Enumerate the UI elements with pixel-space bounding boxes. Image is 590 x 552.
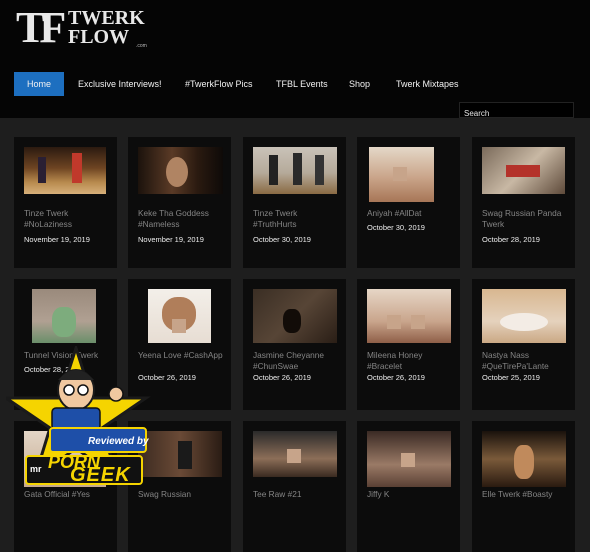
nav-twerk-mixtapes[interactable]: Twerk Mixtapes [396,72,459,96]
post-thumbnail[interactable] [24,147,106,194]
post-thumbnail[interactable] [367,431,451,487]
badge-reviewed-by: Reviewed by [88,436,149,447]
post-thumbnail[interactable] [482,147,565,194]
figure-shape [500,313,548,331]
post-title[interactable]: Tee Raw #21 [253,489,343,500]
post-card[interactable]: Keke Tha Goddess #Nameless November 19, … [128,137,231,268]
badge-brand-bottom: GEEK [70,464,131,486]
post-title[interactable]: Elle Twerk #Boasty [482,489,572,500]
dancer-figure [72,153,82,183]
search-input[interactable] [460,106,573,121]
post-thumbnail[interactable] [148,289,211,343]
nav-exclusive-interviews[interactable]: Exclusive Interviews! [78,72,162,96]
post-title[interactable]: Jiffy K [367,489,457,500]
post-title[interactable]: Jasmine Cheyanne #ChunSwae [253,350,343,372]
post-date: November 19, 2019 [24,235,90,244]
post-card[interactable]: Elle Twerk #Boasty [472,421,575,552]
post-title[interactable]: Aniyah #AllDat [367,208,457,219]
censor-block [172,319,186,333]
post-thumbnail[interactable] [367,289,451,343]
post-card[interactable]: Tinze Twerk #NoLaziness November 19, 201… [14,137,117,268]
post-thumbnail[interactable] [253,289,337,343]
figure-shape [506,165,540,177]
post-thumbnail[interactable] [253,147,337,194]
nav-tfbl-events[interactable]: TFBL Events [276,72,328,96]
post-date: October 26, 2019 [367,373,425,382]
post-date: October 26, 2019 [253,373,311,382]
site-logo[interactable]: TF TWERK FLOW .com [16,3,147,54]
post-date: October 28, 2019 [482,235,540,244]
post-card[interactable]: Aniyah #AllDat October 30, 2019 [357,137,460,268]
post-thumbnail[interactable] [482,289,566,343]
nav-home[interactable]: Home [14,72,65,96]
logo-word-flow: FLOW [68,26,130,48]
post-date: November 19, 2019 [138,235,204,244]
post-date: October 30, 2019 [367,223,425,232]
post-card[interactable]: Tinze Twerk #TruthHurts October 30, 2019 [243,137,346,268]
post-title[interactable]: Swag Russian Panda Twerk [482,208,572,230]
dancer-figure [269,155,278,185]
figure-shape [52,307,76,337]
censor-block [411,315,425,329]
glasses-icon [77,384,89,396]
censor-block [401,453,415,467]
logo-mark: TF [16,3,66,52]
post-thumbnail[interactable] [482,431,566,487]
search-box [459,102,574,121]
post-card[interactable]: Jasmine Cheyanne #ChunSwae October 26, 2… [243,279,346,410]
post-thumbnail[interactable] [253,431,337,477]
post-card[interactable]: Swag Russian Panda Twerk October 28, 201… [472,137,575,268]
post-title[interactable]: Tinze Twerk #TruthHurts [253,208,343,230]
censor-block [387,315,401,329]
figure-shape [514,445,534,479]
post-title[interactable]: Mileena Honey #Bracelet [367,350,457,372]
glasses-icon [63,384,75,396]
post-thumbnail[interactable] [369,147,434,202]
dancer-figure [38,157,46,183]
logo-word-twerk: TWERK [68,7,145,29]
post-card[interactable]: Jiffy K [357,421,460,552]
post-date: October 30, 2019 [253,235,311,244]
thumbs-up-icon [108,386,124,402]
nav-twerkflow-pics[interactable]: #TwerkFlow Pics [185,72,253,96]
nav-shop[interactable]: Shop [349,72,370,96]
post-title[interactable]: Keke Tha Goddess #Nameless [138,208,228,230]
site-header: TF TWERK FLOW .com Home Exclusive Interv… [0,0,590,121]
dancer-figure [293,153,302,185]
post-thumbnail[interactable] [138,147,223,194]
badge-brand-left: mr [30,464,42,474]
post-title[interactable]: Tinze Twerk #NoLaziness [24,208,114,230]
post-title[interactable]: Nastya Nass #QueTirePa'Lante [482,350,572,372]
post-card[interactable]: Tee Raw #21 [243,421,346,552]
censor-block [393,167,407,181]
review-badge: Reviewed by mr PORN GEEK [1,343,164,504]
geek-hair-icon [58,370,94,380]
censor-block [287,449,301,463]
figure-shape [166,157,188,187]
figure-shape [283,309,301,333]
geek-shirt-icon [51,407,101,431]
figure-shape [178,441,192,469]
post-date: October 25, 2019 [482,373,540,382]
post-thumbnail[interactable] [32,289,96,343]
post-card[interactable]: Nastya Nass #QueTirePa'Lante October 25,… [472,279,575,410]
dancer-figure [315,155,324,185]
post-card[interactable]: Mileena Honey #Bracelet October 26, 2019 [357,279,460,410]
logo-suffix: .com [136,43,147,49]
